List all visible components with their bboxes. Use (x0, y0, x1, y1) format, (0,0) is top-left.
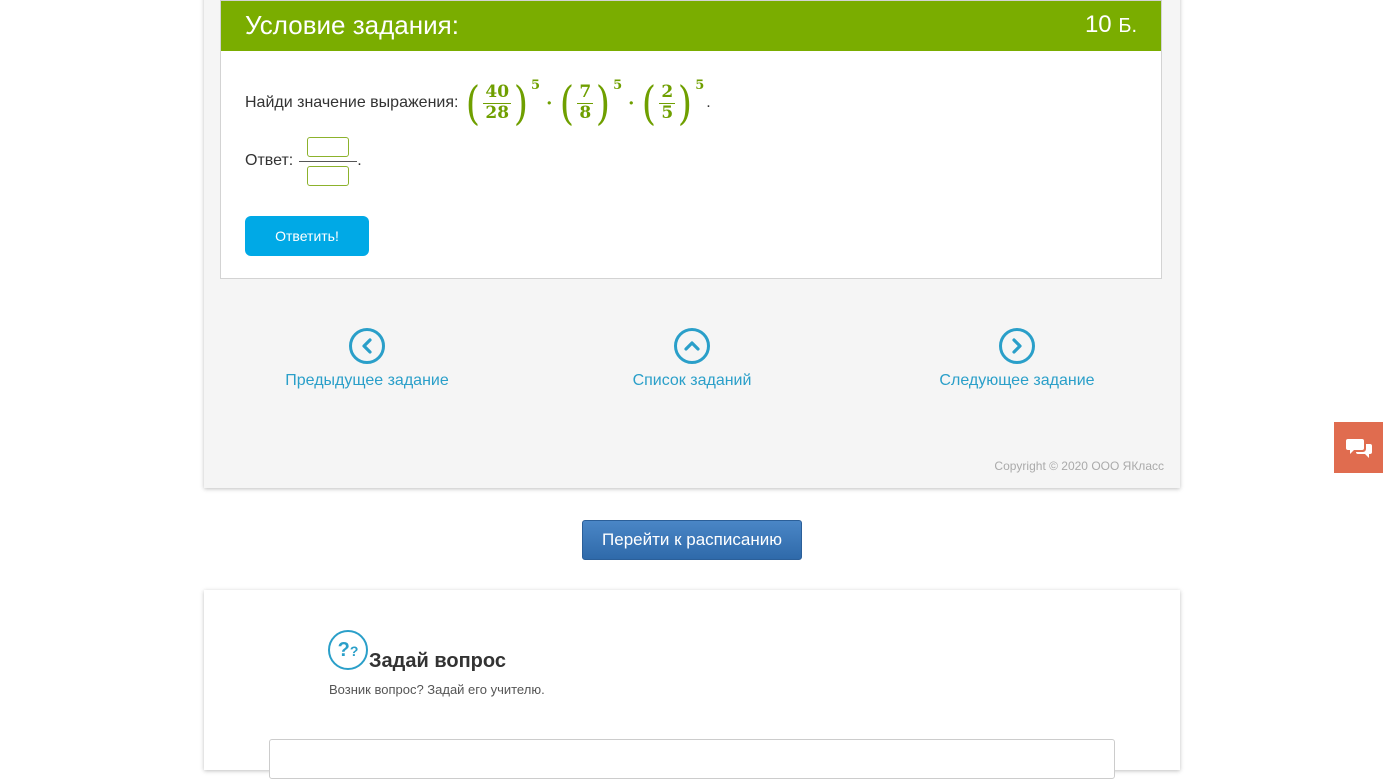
prompt-text: Найди значение выражения: (245, 94, 459, 111)
points-unit: Б. (1118, 15, 1137, 37)
fraction-2-power: 5 (613, 78, 623, 93)
next-task-label: Следующее задание (939, 372, 1095, 389)
task-list-label: Список заданий (632, 372, 752, 389)
open-paren: ( (560, 76, 575, 130)
fraction-2-numerator: 7 (577, 81, 594, 104)
fraction-3-denominator: 5 (661, 102, 674, 123)
chevron-left-icon (349, 328, 385, 364)
points-value: 10 (1084, 11, 1112, 38)
task-header: Условие задания: 10 Б. (221, 1, 1161, 51)
ask-question-card: ?? Задай вопрос Возник вопрос? Задай его… (204, 590, 1180, 779)
fraction-2: 7 8 (577, 81, 594, 123)
question-textarea[interactable] (269, 739, 1115, 779)
fraction-1-power: 5 (531, 78, 541, 93)
close-paren: ) (678, 76, 693, 130)
chevron-up-icon (674, 328, 710, 364)
fraction-3-power: 5 (695, 78, 705, 93)
open-paren: ( (642, 76, 657, 130)
task-title: Условие задания: (245, 10, 459, 40)
answer-label: Ответ: (245, 152, 294, 169)
fraction-1-numerator: 40 (483, 81, 512, 104)
multiply-dot: · (546, 92, 553, 114)
chat-bubbles-icon (1345, 438, 1372, 458)
period: . (357, 152, 362, 169)
ask-question-title: Задай вопрос (369, 650, 506, 672)
answer-numerator-input[interactable] (307, 136, 350, 157)
next-task-link[interactable]: Следующее задание (897, 328, 1137, 390)
fraction-2-denominator: 8 (579, 102, 592, 123)
close-paren: ) (595, 76, 611, 130)
scrollbar[interactable] (1383, 0, 1400, 755)
math-expression: ( 40 28 ) 5 · ( 7 8 ) 5 · ( 2 5 ) 5 . (464, 76, 711, 130)
multiply-dot: · (628, 92, 635, 114)
answer-row: Ответ: . (245, 131, 362, 191)
task-panel: Условие задания: 10 Б. Найди значение вы… (220, 0, 1162, 279)
question-icon: ?? (328, 630, 368, 670)
task-prompt: Найди значение выражения: ( 40 28 ) 5 · … (245, 75, 711, 131)
close-paren: ) (513, 76, 529, 130)
task-points: 10 Б. (1085, 11, 1137, 39)
prev-task-label: Предыдущее задание (285, 372, 449, 389)
chat-button[interactable] (1334, 422, 1383, 473)
answer-denominator-input[interactable] (307, 165, 350, 186)
go-to-schedule-button[interactable]: Перейти к расписанию (582, 520, 802, 560)
fraction-1-denominator: 28 (485, 102, 510, 123)
fraction-3: 2 5 (659, 81, 676, 123)
answer-fraction (299, 136, 358, 186)
fraction-1: 40 28 (483, 81, 512, 123)
submit-button[interactable]: Ответить! (245, 216, 369, 256)
chevron-right-icon (999, 328, 1035, 364)
ask-question-subtitle: Возник вопрос? Задай его учителю. (329, 682, 545, 697)
fraction-bar (299, 160, 358, 162)
prev-task-link[interactable]: Предыдущее задание (247, 328, 487, 390)
copyright: Copyright © 2020 ООО ЯКласс (994, 459, 1164, 473)
period: . (706, 94, 711, 111)
fraction-3-numerator: 2 (659, 81, 676, 104)
open-paren: ( (466, 76, 481, 130)
task-list-link[interactable]: Список заданий (572, 328, 812, 390)
